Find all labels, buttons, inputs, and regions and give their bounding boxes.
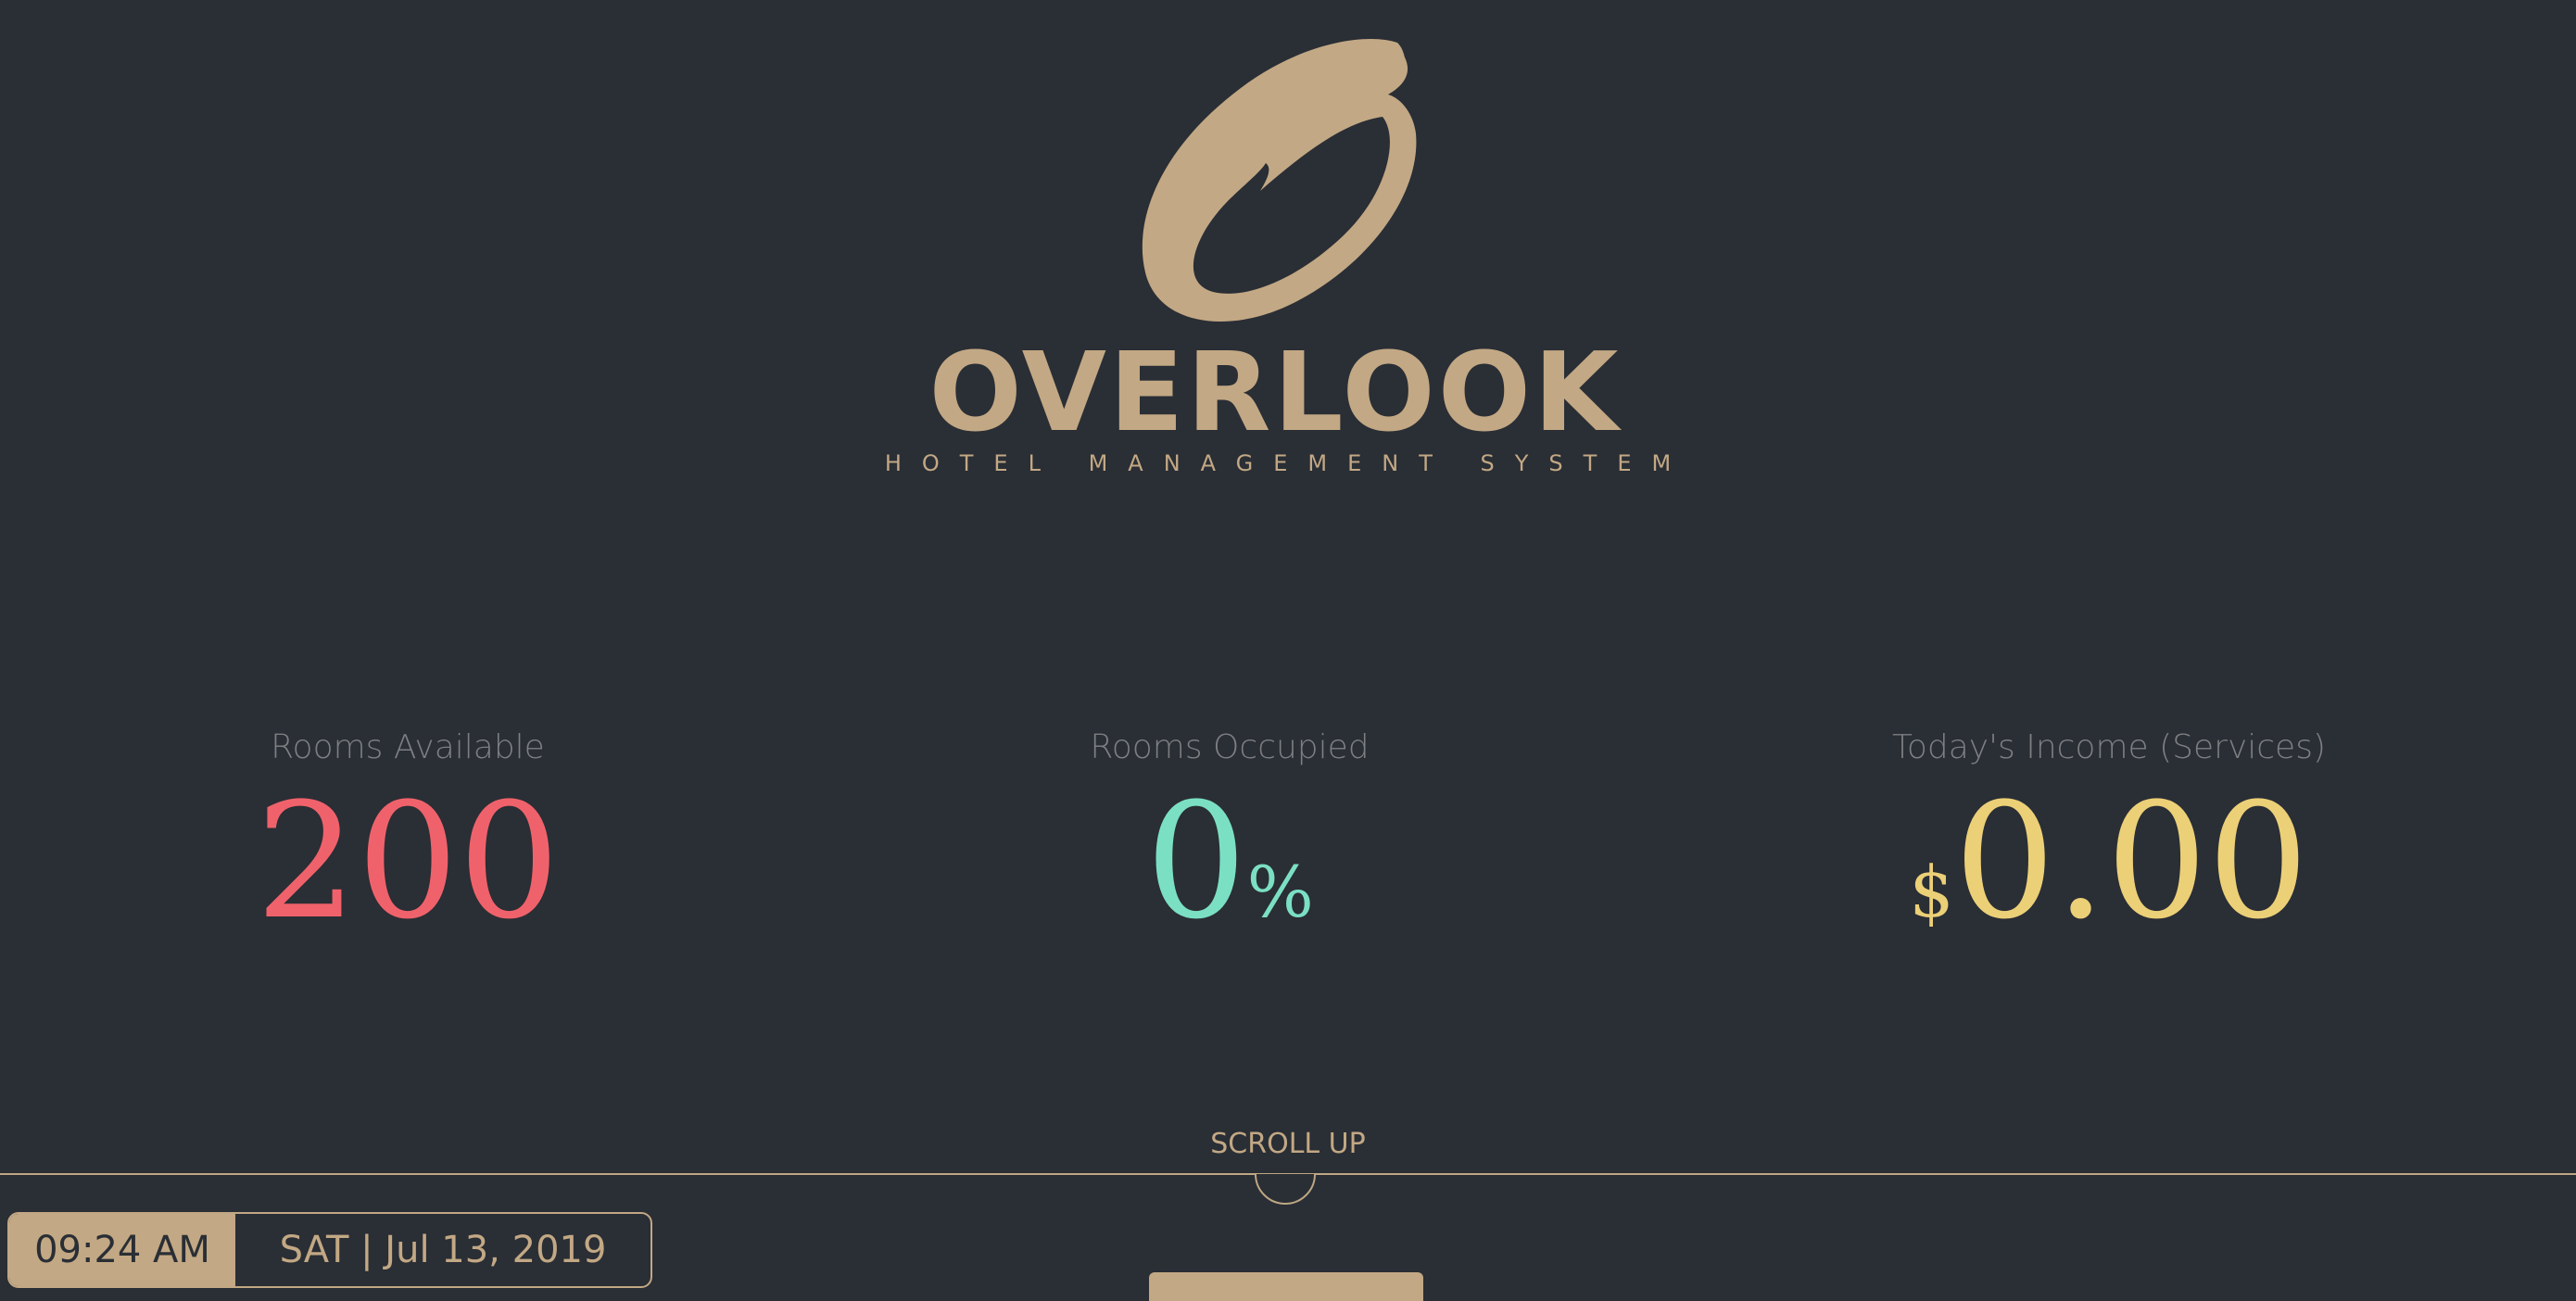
overlook-logo-icon: [1142, 39, 1417, 322]
rooms-available-label: Rooms Available: [271, 728, 545, 766]
todays-income-amount: 0.00: [1953, 768, 2309, 954]
scroll-up-button[interactable]: SCROLL UP: [0, 1127, 2576, 1162]
percent-unit: %: [1246, 851, 1314, 933]
todays-income-label: Today's Income (Services): [1891, 728, 2327, 766]
clock-widget: 09:24 AM SAT | Jul 13, 2019: [7, 1212, 652, 1288]
rooms-occupied-value: 0%: [859, 778, 1600, 976]
rooms-occupied-number: 0: [1145, 768, 1247, 954]
todays-income-value: $0.00: [1738, 778, 2480, 976]
brand-name: OVERLOOK: [928, 328, 1622, 456]
bottom-drawer-tab[interactable]: [1149, 1272, 1423, 1301]
rooms-occupied-label: Rooms Occupied: [1090, 728, 1370, 766]
currency-symbol: $: [1909, 851, 1954, 933]
current-time: 09:24 AM: [9, 1214, 235, 1286]
brand-subtitle: HOTEL MANAGEMENT SYSTEM: [884, 450, 1692, 476]
rooms-available-value: 200: [255, 768, 561, 954]
current-date: SAT | Jul 13, 2019: [279, 1229, 607, 1271]
